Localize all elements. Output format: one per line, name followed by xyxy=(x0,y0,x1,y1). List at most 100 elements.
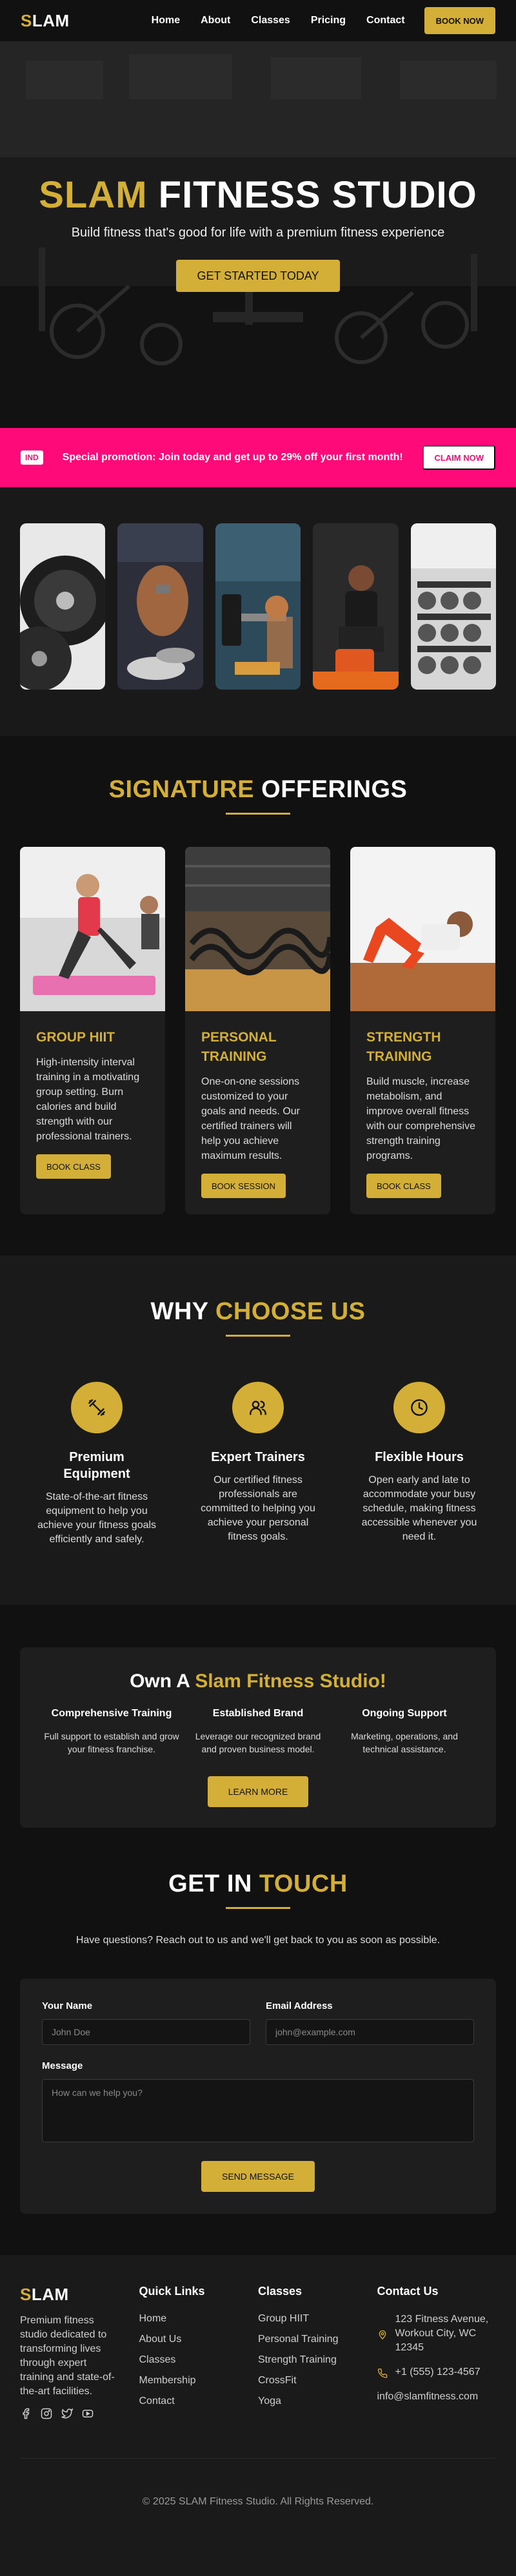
email-input[interactable] xyxy=(266,2019,474,2045)
claim-now-button[interactable]: CLAIM NOW xyxy=(422,445,495,470)
footer-link-classes[interactable]: Classes xyxy=(139,2354,259,2366)
name-label: Your Name xyxy=(42,2000,93,2011)
offerings-section: SIGNATURE OFFERINGS GROUP HIIT High-inte… xyxy=(0,736,516,1255)
gallery-image-hand-chalk xyxy=(117,523,203,690)
address-text: 123 Fitness Avenue, Workout City, WC 123… xyxy=(395,2314,489,2353)
hero-subtitle: Build fitness that's good for life with … xyxy=(71,226,445,240)
nav-links: Home About Classes Pricing Contact BOOK … xyxy=(131,7,495,34)
offerings-title-accent: SIGNATURE xyxy=(108,776,255,803)
card-title: GROUP HIIT xyxy=(36,1030,115,1045)
footer-heading: Quick Links xyxy=(139,2285,205,2298)
map-pin-icon xyxy=(379,2330,386,2340)
logo-text: LAM xyxy=(31,2285,69,2304)
facebook-icon[interactable] xyxy=(20,2408,32,2419)
hero-section: SLAM FITNESS STUDIO Build fitness that's… xyxy=(0,41,516,428)
why-title-accent: CHOOSE US xyxy=(215,1298,366,1325)
message-textarea[interactable] xyxy=(42,2079,474,2142)
footer-class-link[interactable]: Strength Training xyxy=(258,2354,377,2366)
gallery-section xyxy=(0,487,516,736)
franchise-panel: Own A Slam Fitness Studio! Comprehensive… xyxy=(20,1647,496,1828)
hero-title: SLAM FITNESS STUDIO xyxy=(0,173,516,217)
dumbbell-icon xyxy=(71,1382,123,1433)
gallery-image-weight-plates xyxy=(20,523,106,690)
promo-banner: IND Special promotion: Join today and ge… xyxy=(0,428,516,487)
offerings-title: SIGNATURE OFFERINGS xyxy=(20,776,496,804)
learn-more-button[interactable]: LEARN MORE xyxy=(207,1776,309,1807)
send-message-button[interactable]: SEND MESSAGE xyxy=(201,2161,315,2192)
franchise-benefit: Ongoing Support Marketing, operations, a… xyxy=(333,1708,475,1756)
name-input[interactable] xyxy=(42,2019,250,2045)
youtube-icon[interactable] xyxy=(82,2408,94,2419)
contact-form: Your Name Email Address Message SEND MES… xyxy=(20,1979,496,2214)
clock-icon xyxy=(393,1382,445,1433)
logo-initial: S xyxy=(20,2285,32,2304)
card-description: High-intensity interval training in a mo… xyxy=(36,1057,140,1142)
users-icon xyxy=(232,1382,284,1433)
nav-link-pricing[interactable]: Pricing xyxy=(311,15,346,26)
name-field-group: Your Name xyxy=(42,2000,250,2045)
hero-content: SLAM FITNESS STUDIO Build fitness that's… xyxy=(0,41,516,292)
message-label: Message xyxy=(42,2060,83,2071)
footer-logo[interactable]: SLAM xyxy=(20,2285,139,2305)
benefit-title: Established Brand xyxy=(212,1708,304,1719)
nav-link-contact[interactable]: Contact xyxy=(366,15,405,26)
card-title: PERSONAL TRAINING xyxy=(201,1030,277,1064)
footer-class-link[interactable]: Yoga xyxy=(258,2395,377,2407)
benefit-title: Ongoing Support xyxy=(362,1708,447,1719)
footer-phone: +1 (555) 123-4567 xyxy=(377,2365,497,2379)
footer-class-link[interactable]: Personal Training xyxy=(258,2333,377,2345)
card-title: STRENGTH TRAINING xyxy=(366,1030,441,1064)
book-class-button[interactable]: BOOK CLASS xyxy=(366,1174,441,1198)
feature-description: Our certified fitness professionals are … xyxy=(201,1475,315,1542)
benefit-title: Comprehensive Training xyxy=(51,1708,172,1719)
logo-initial: S xyxy=(21,10,32,30)
phone-text[interactable]: +1 (555) 123-4567 xyxy=(395,2365,481,2379)
get-started-button[interactable]: GET STARTED TODAY xyxy=(176,260,340,292)
card-description: Build muscle, increase metabolism, and i… xyxy=(366,1076,475,1161)
title-underline xyxy=(226,813,290,815)
benefit-text: Leverage our recognized brand and proven… xyxy=(195,1731,321,1754)
footer-link-contact[interactable]: Contact xyxy=(139,2395,259,2407)
nav-link-home[interactable]: Home xyxy=(152,15,180,26)
logo-text: LAM xyxy=(32,10,70,30)
footer-class-link[interactable]: Group HIIT xyxy=(258,2312,377,2325)
footer-contact: Contact Us 123 Fitness Avenue, Workout C… xyxy=(377,2285,497,2419)
twitter-icon[interactable] xyxy=(61,2408,73,2419)
book-class-button[interactable]: BOOK CLASS xyxy=(36,1154,111,1179)
offerings-title-rest: OFFERINGS xyxy=(261,776,408,803)
feature-description: Open early and late to accommodate your … xyxy=(361,1475,477,1542)
footer-about-text: Premium fitness studio dedicated to tran… xyxy=(20,2315,115,2397)
franchise-benefit: Comprehensive Training Full support to e… xyxy=(41,1708,183,1756)
why-choose-us-section: WHY CHOOSE US Premium Equipment State-of… xyxy=(0,1255,516,1605)
book-now-button[interactable]: BOOK NOW xyxy=(424,7,495,34)
promo-text: Special promotion: Join today and get up… xyxy=(62,452,403,463)
footer-columns: SLAM Premium fitness studio dedicated to… xyxy=(20,2285,496,2419)
footer-quick-links: Quick Links Home About Us Classes Member… xyxy=(139,2285,259,2419)
nav-link-classes[interactable]: Classes xyxy=(251,15,290,26)
footer-heading: Contact Us xyxy=(377,2285,439,2298)
book-session-button[interactable]: BOOK SESSION xyxy=(201,1174,286,1198)
feature-item: Flexible Hours Open early and late to ac… xyxy=(358,1382,481,1547)
feature-item: Expert Trainers Our certified fitness pr… xyxy=(197,1382,319,1547)
benefit-text: Marketing, operations, and technical ass… xyxy=(351,1731,458,1754)
feature-title: Expert Trainers xyxy=(211,1450,305,1464)
footer-link-home[interactable]: Home xyxy=(139,2312,259,2325)
promo-badge: IND xyxy=(21,450,43,465)
offering-card: PERSONAL TRAINING One-on-one sessions cu… xyxy=(185,847,330,1214)
social-links xyxy=(20,2408,139,2419)
franchise-benefits: Comprehensive Training Full support to e… xyxy=(20,1708,496,1756)
why-title-rest: WHY xyxy=(150,1298,208,1325)
instagram-icon[interactable] xyxy=(41,2408,52,2419)
site-logo[interactable]: SLAM xyxy=(21,11,70,31)
offering-card: GROUP HIIT High-intensity interval train… xyxy=(20,847,165,1214)
footer-heading: Classes xyxy=(258,2285,303,2298)
offering-cards: GROUP HIIT High-intensity interval train… xyxy=(20,847,496,1214)
gallery-image-woman-training xyxy=(313,523,399,690)
copyright-text: © 2025 SLAM Fitness Studio. All Rights R… xyxy=(20,2458,496,2508)
nav-link-about[interactable]: About xyxy=(201,15,230,26)
footer-link-about[interactable]: About Us xyxy=(139,2333,259,2345)
footer-class-link[interactable]: CrossFit xyxy=(258,2374,377,2387)
footer-link-membership[interactable]: Membership xyxy=(139,2374,259,2387)
message-field-group: Message xyxy=(42,2060,474,2145)
email-text[interactable]: info@slamfitness.com xyxy=(377,2390,479,2404)
